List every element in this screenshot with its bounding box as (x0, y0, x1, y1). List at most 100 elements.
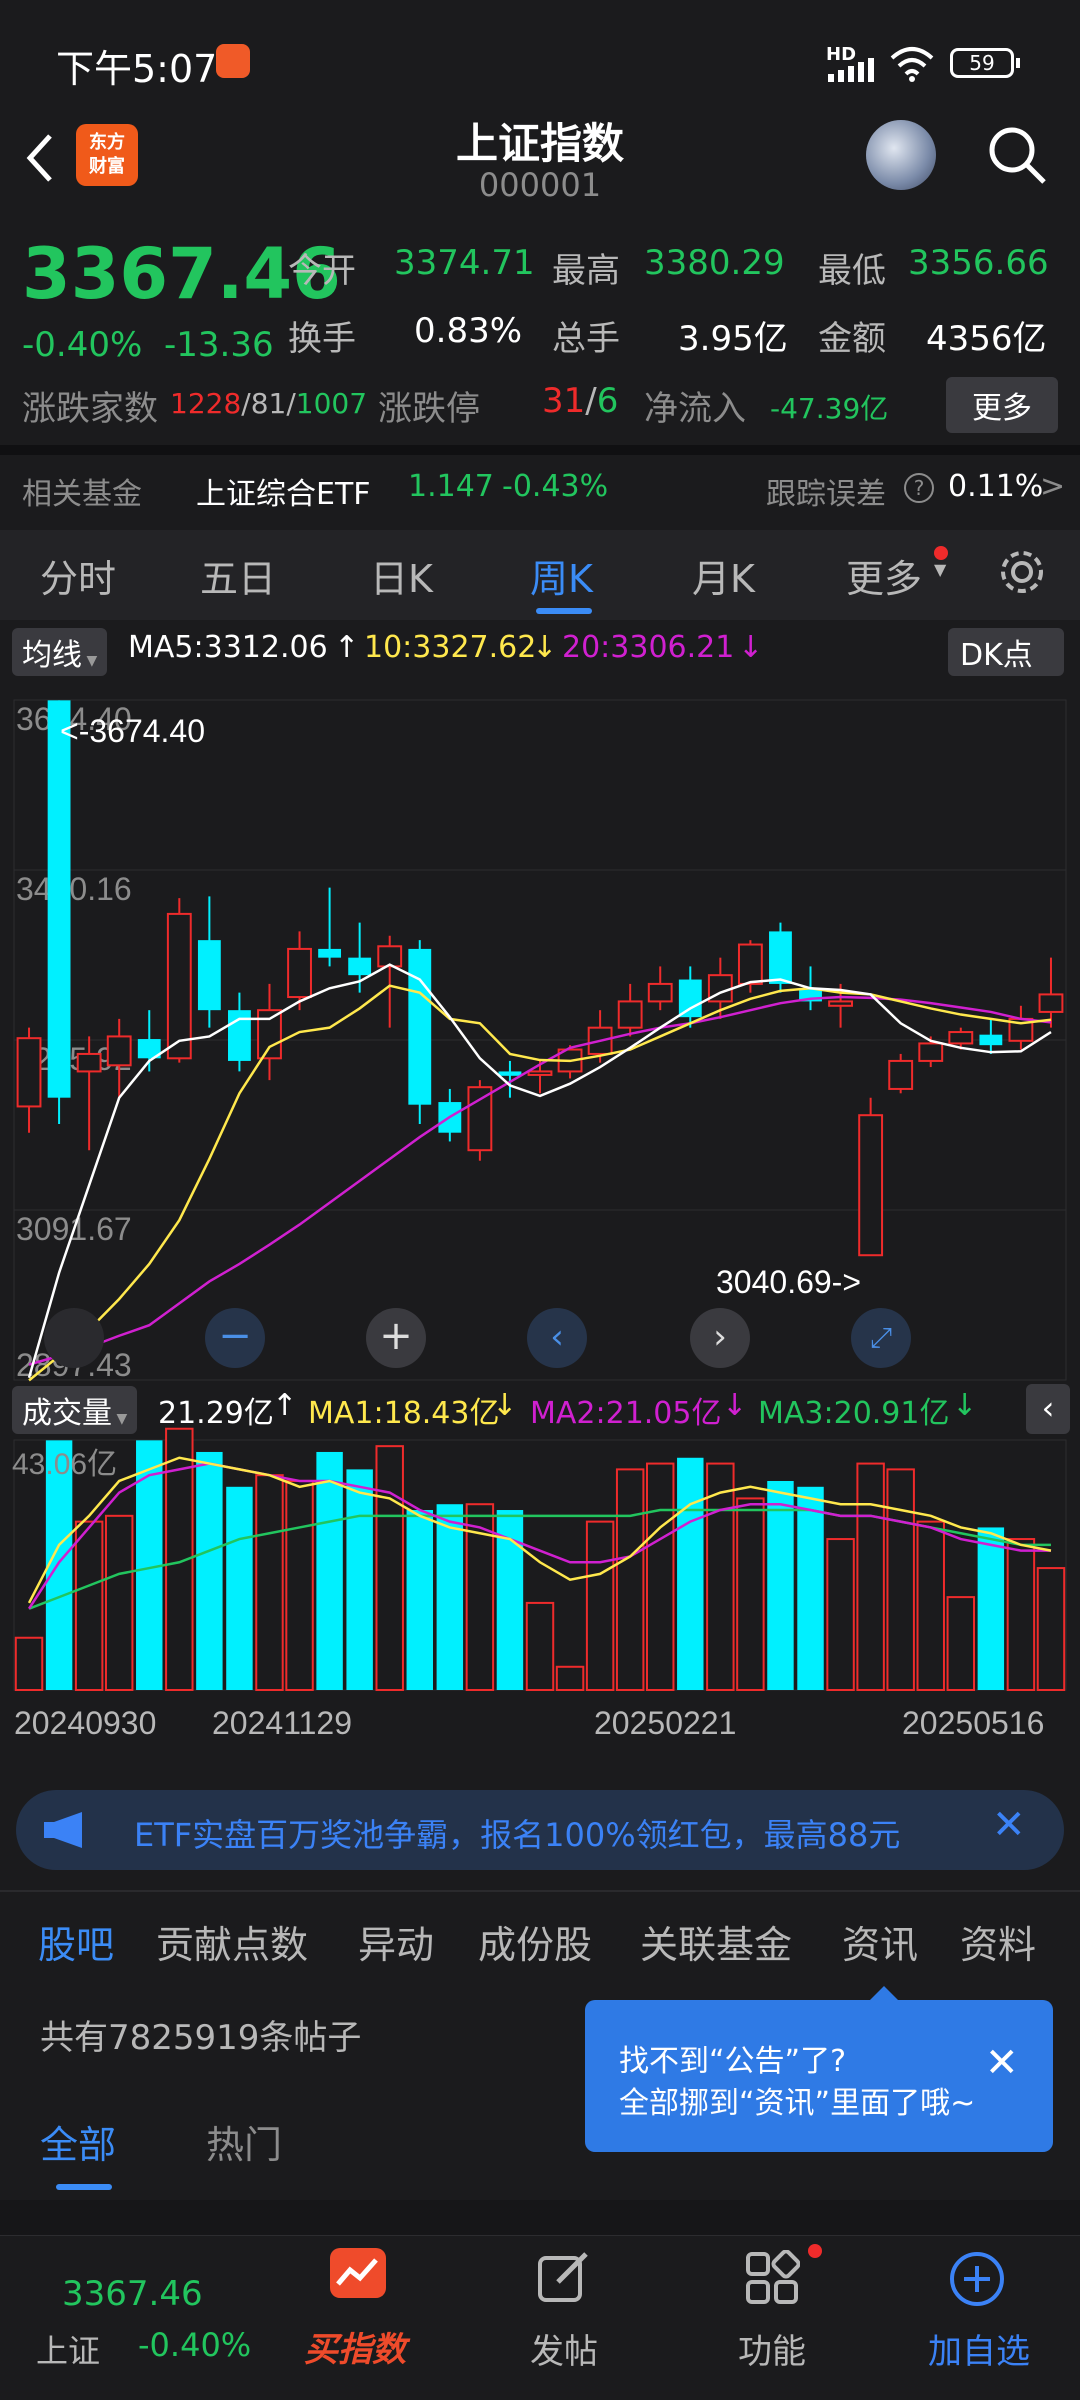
candle-body-up (918, 1042, 944, 1062)
status-time: 下午5:07 (56, 47, 218, 91)
volume-bar-down (767, 1480, 794, 1690)
tab-intraday[interactable]: 分时 (40, 548, 116, 603)
tab-profile[interactable]: 资料 (960, 1914, 1036, 1969)
zoom-in-button[interactable]: + (366, 1308, 426, 1368)
bottom-nav: 3367.46 上证 -0.40% 买指数 发帖 功能 加自选 (0, 2235, 1080, 2400)
volume-bar-up (1036, 1567, 1066, 1691)
vol-ma1-value: MA1:18.43亿 (308, 1396, 500, 1431)
settings-gear-icon[interactable] (996, 546, 1048, 598)
filter-hot-tab[interactable]: 热门 (206, 2114, 282, 2169)
candle-body-up (166, 912, 192, 1060)
tab-news[interactable]: 资讯 (842, 1914, 918, 1969)
candle-body-up (828, 1000, 853, 1007)
more-quote-button[interactable]: 更多 (946, 377, 1058, 433)
volume-value: 3.95亿 (678, 319, 788, 359)
post-label[interactable]: 发帖 (530, 2324, 598, 2373)
tab-weekly-k[interactable]: 周K (530, 548, 593, 603)
limit-values: 31/6 (542, 381, 619, 421)
ma20-arrow-icon: ↓ (738, 630, 764, 665)
collapse-panel-button[interactable]: ‹ (1026, 1384, 1070, 1434)
candle-body-down (769, 931, 792, 984)
candle-body-up (888, 1059, 914, 1090)
tab-more[interactable]: 更多 (846, 548, 922, 603)
change-percent: -0.40% (22, 325, 143, 365)
buy-index-label[interactable]: 买指数 (304, 2322, 406, 2371)
inflow-value: -47.39亿 (770, 392, 889, 425)
open-label: 今开 (288, 251, 356, 291)
divider (0, 445, 1080, 455)
kline-chart-svg[interactable]: 3674.403480.163285.923091.672897.43<-367… (0, 680, 1080, 1790)
ma20-value: 20:3306.21 (562, 630, 735, 665)
function-label[interactable]: 功能 (738, 2324, 806, 2373)
add-watchlist-label[interactable]: 加自选 (928, 2324, 1030, 2373)
scroll-right-button[interactable]: › (690, 1308, 750, 1368)
volume-bar-up (525, 1601, 555, 1692)
vol-ma2-value: MA2:21.05亿 (530, 1396, 722, 1431)
ma5-arrow-icon: ↑ (334, 630, 360, 665)
volume-bar-down (436, 1504, 464, 1690)
battery-tip (1016, 58, 1020, 68)
tab-monthly-k[interactable]: 月K (692, 548, 755, 603)
volume-bar-up (14, 1636, 44, 1691)
volume-bar-up (255, 1474, 284, 1691)
help-icon[interactable]: ? (904, 473, 934, 503)
robot-assistant-icon[interactable] (866, 120, 936, 190)
zoom-out-button[interactable]: − (205, 1308, 265, 1368)
volume-bar-down (797, 1486, 824, 1690)
post-count: 共有7825919条帖子 (40, 2018, 362, 2058)
quote-panel: 3367.46 -0.40% -13.36 今开 3374.71 最高 3380… (0, 215, 1080, 545)
vol-ma2-arrow-icon: ↓ (722, 1388, 748, 1423)
function-grid-icon[interactable] (744, 2250, 800, 2306)
volume-bar-up (285, 1479, 314, 1691)
candle-body-up (467, 1086, 493, 1152)
tab-related-funds[interactable]: 关联基金 (640, 1914, 792, 1969)
change-amount: -13.36 (164, 325, 274, 365)
tab-five-day[interactable]: 五日 (200, 548, 276, 603)
inflow-label: 净流入 (644, 389, 746, 429)
tab-movement[interactable]: 异动 (358, 1914, 434, 1969)
nav-index-price: 3367.46 (62, 2274, 203, 2314)
fund-label: 相关基金 (22, 477, 142, 512)
volume-axis-label: 43.06亿 (12, 1448, 117, 1481)
volume-bar-down (346, 1469, 373, 1690)
candle-body-up (647, 982, 673, 1003)
divider (0, 2200, 1080, 2235)
volume-bar-up (1006, 1538, 1036, 1692)
tab-contribution[interactable]: 贡献点数 (156, 1914, 308, 1969)
red-dot-badge (934, 546, 948, 560)
function-red-dot (808, 2244, 822, 2258)
volume-selector-button[interactable]: 成交量 ▼ (12, 1386, 138, 1434)
kline-chart-area: 均线 ▼ MA5:3312.06 ↑ 10:3327.62 ↓ 20:3306.… (0, 620, 1080, 1770)
ad-notice-bar[interactable]: ETF实盘百万奖池争霸，报名100%领红包，最高88元 ✕ (16, 1790, 1064, 1870)
tooltip-close-icon[interactable]: ✕ (985, 2040, 1019, 2086)
vol-ma1-arrow-icon: ↓ (492, 1388, 518, 1423)
volume-bar-up (856, 1462, 885, 1692)
content-tabs: 股吧 贡献点数 异动 成份股 关联基金 资讯 资料 (0, 1890, 1080, 1990)
fund-name[interactable]: 上证综合ETF (196, 469, 371, 513)
fullscreen-icon[interactable]: ⤢ (851, 1308, 911, 1368)
buy-index-icon[interactable] (330, 2248, 386, 2298)
filter-all-tab[interactable]: 全部 (40, 2114, 116, 2169)
tab-daily-k[interactable]: 日K (370, 548, 433, 603)
ma-selector-button[interactable]: 均线 ▼ (12, 628, 108, 676)
scroll-left-button[interactable]: ‹ (527, 1308, 587, 1368)
search-icon[interactable] (986, 124, 1050, 188)
candle-body-up (948, 1031, 974, 1045)
post-edit-icon[interactable] (536, 2250, 592, 2306)
volume-bar-up (886, 1468, 915, 1692)
dk-point-button[interactable]: DK点 (948, 628, 1064, 676)
volume-bar-up (826, 1538, 855, 1692)
candle-body-down (348, 957, 372, 976)
tab-guba[interactable]: 股吧 (38, 1914, 114, 1969)
turnover-value: 0.83% (414, 311, 523, 351)
tab-constituents[interactable]: 成份股 (478, 1914, 592, 1969)
wifi-icon (890, 47, 934, 82)
tracking-label: 跟踪误差 (766, 477, 886, 512)
pan-start-button[interactable] (44, 1308, 104, 1368)
add-watchlist-icon[interactable] (948, 2250, 1006, 2308)
candle-body-down (979, 1034, 1003, 1046)
chevron-right-icon[interactable]: > (1040, 469, 1065, 504)
close-icon[interactable]: ✕ (992, 1802, 1026, 1848)
amount-value: 4356亿 (926, 319, 1047, 359)
volume-bar-down (677, 1457, 704, 1690)
